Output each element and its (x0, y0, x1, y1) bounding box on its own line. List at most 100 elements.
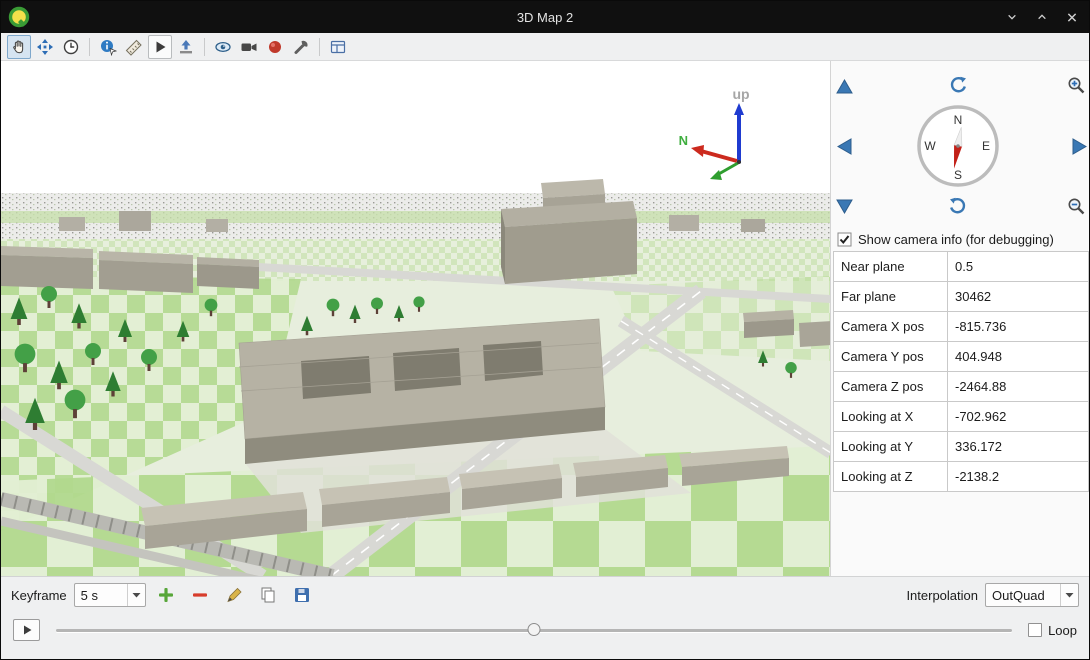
table-row: Looking at Y336.172 (834, 432, 1089, 462)
chevron-down-icon (1065, 592, 1074, 598)
toolbar-separator (319, 38, 320, 56)
play-icon (151, 38, 169, 56)
duplicate-keyframe-button[interactable] (255, 582, 282, 608)
triangle-right-icon (1072, 138, 1087, 155)
zoom-in-button[interactable] (1065, 74, 1087, 96)
svg-text:N: N (954, 113, 963, 127)
navigation-visibility-button[interactable] (211, 35, 235, 59)
chevron-down-icon (1007, 13, 1017, 21)
table-row: Camera Z pos-2464.88 (834, 372, 1089, 402)
svg-text:S: S (954, 168, 962, 182)
chevron-down-icon (132, 592, 141, 598)
move-right-button[interactable] (1068, 135, 1090, 157)
compass[interactable]: N E S W (913, 101, 1003, 191)
triangle-left-icon (837, 138, 852, 155)
measure-line-icon (125, 38, 143, 56)
camera-side-panel: N E S W (830, 61, 1089, 576)
qgis-logo-icon (8, 6, 30, 28)
timeline-slider-handle[interactable] (528, 623, 541, 636)
camera-control-hand-icon (10, 38, 28, 56)
svg-text:E: E (982, 139, 990, 153)
chevron-up-icon (1037, 13, 1047, 21)
zoom-out-icon (1067, 197, 1086, 216)
keyframe-duration-select[interactable]: 5 s (74, 583, 146, 607)
timeline-play-button[interactable] (13, 619, 40, 641)
row-label: Looking at X (834, 402, 948, 431)
keyframe-bar: Keyframe 5 s Interpolation OutQuad (1, 576, 1089, 613)
measure-button[interactable] (122, 35, 146, 59)
row-value: -815.736 (948, 312, 1089, 341)
toolbar (1, 33, 1089, 61)
interpolation-value: OutQuad (986, 588, 1060, 603)
rotate-ccw-button[interactable] (947, 74, 969, 96)
export-image-button[interactable] (174, 35, 198, 59)
table-row: Camera Y pos404.948 (834, 342, 1089, 372)
row-label: Looking at Z (834, 462, 948, 491)
tilt-up-button[interactable] (833, 75, 855, 97)
wrench-icon (292, 38, 310, 56)
interpolation-select[interactable]: OutQuad (985, 583, 1079, 607)
export-scene-icon (329, 38, 347, 56)
plus-icon (156, 585, 176, 605)
toolbar-separator (89, 38, 90, 56)
rotate-ccw-icon (948, 75, 968, 95)
keyframe-label: Keyframe (11, 588, 67, 603)
tilt-down-button[interactable] (833, 195, 855, 217)
triangle-down-icon (836, 199, 853, 214)
remove-keyframe-button[interactable] (187, 582, 214, 608)
window-title: 3D Map 2 (1, 10, 1089, 25)
move-left-button[interactable] (833, 135, 855, 157)
edit-keyframe-button[interactable] (221, 582, 248, 608)
add-keyframe-button[interactable] (153, 582, 180, 608)
row-value: -2464.88 (948, 372, 1089, 401)
save-animation-button[interactable] (289, 582, 316, 608)
play-animation-button[interactable] (148, 35, 172, 59)
viewport-3d[interactable]: up N (1, 61, 830, 576)
rotate-cw-icon (948, 196, 968, 216)
playback-bar: Loop (1, 613, 1089, 660)
toolbar-separator (204, 38, 205, 56)
timeline-slider[interactable] (56, 620, 1012, 640)
identify-button[interactable] (96, 35, 120, 59)
configure-button[interactable] (289, 35, 313, 59)
export-scene-button[interactable] (326, 35, 350, 59)
export-image-icon (177, 38, 195, 56)
row-value: -2138.2 (948, 462, 1089, 491)
zoom-in-icon (1067, 76, 1086, 95)
effects-button[interactable] (263, 35, 287, 59)
row-value: 30462 (948, 282, 1089, 311)
row-value: -702.962 (948, 402, 1089, 431)
close-icon (1067, 12, 1077, 23)
window-close-button[interactable] (1061, 6, 1083, 28)
svg-text:W: W (924, 139, 936, 153)
eye-icon (214, 38, 232, 56)
effects-sphere-icon (266, 38, 284, 56)
table-row: Near plane0.5 (834, 252, 1089, 282)
rotate-cw-button[interactable] (947, 195, 969, 217)
pan-arrows-icon (36, 38, 54, 56)
camera-button[interactable] (237, 35, 261, 59)
svg-text:up: up (732, 86, 749, 102)
animation-clock-icon (62, 38, 80, 56)
checkbox-checked-icon (837, 232, 852, 247)
window-maximize-button[interactable] (1031, 6, 1053, 28)
triangle-up-icon (836, 79, 853, 94)
loop-checkbox[interactable]: Loop (1028, 623, 1077, 638)
window-shade-button[interactable] (1001, 6, 1023, 28)
pencil-icon (224, 585, 244, 605)
loop-label: Loop (1048, 623, 1077, 638)
show-camera-info-checkbox[interactable]: Show camera info (for debugging) (831, 227, 1089, 251)
navigation-widget: N E S W (831, 61, 1089, 227)
camera-control-button[interactable] (7, 35, 31, 59)
play-icon (21, 624, 33, 636)
animations-button[interactable] (59, 35, 83, 59)
row-label: Camera Y pos (834, 342, 948, 371)
camera-icon (240, 38, 258, 56)
minus-icon (190, 585, 210, 605)
zoom-out-button[interactable] (1065, 195, 1087, 217)
keyframe-duration-value: 5 s (75, 588, 127, 603)
table-row: Looking at Z-2138.2 (834, 462, 1089, 492)
pan-button[interactable] (33, 35, 57, 59)
checkbox-unchecked-icon (1028, 623, 1042, 637)
copy-icon (258, 585, 278, 605)
